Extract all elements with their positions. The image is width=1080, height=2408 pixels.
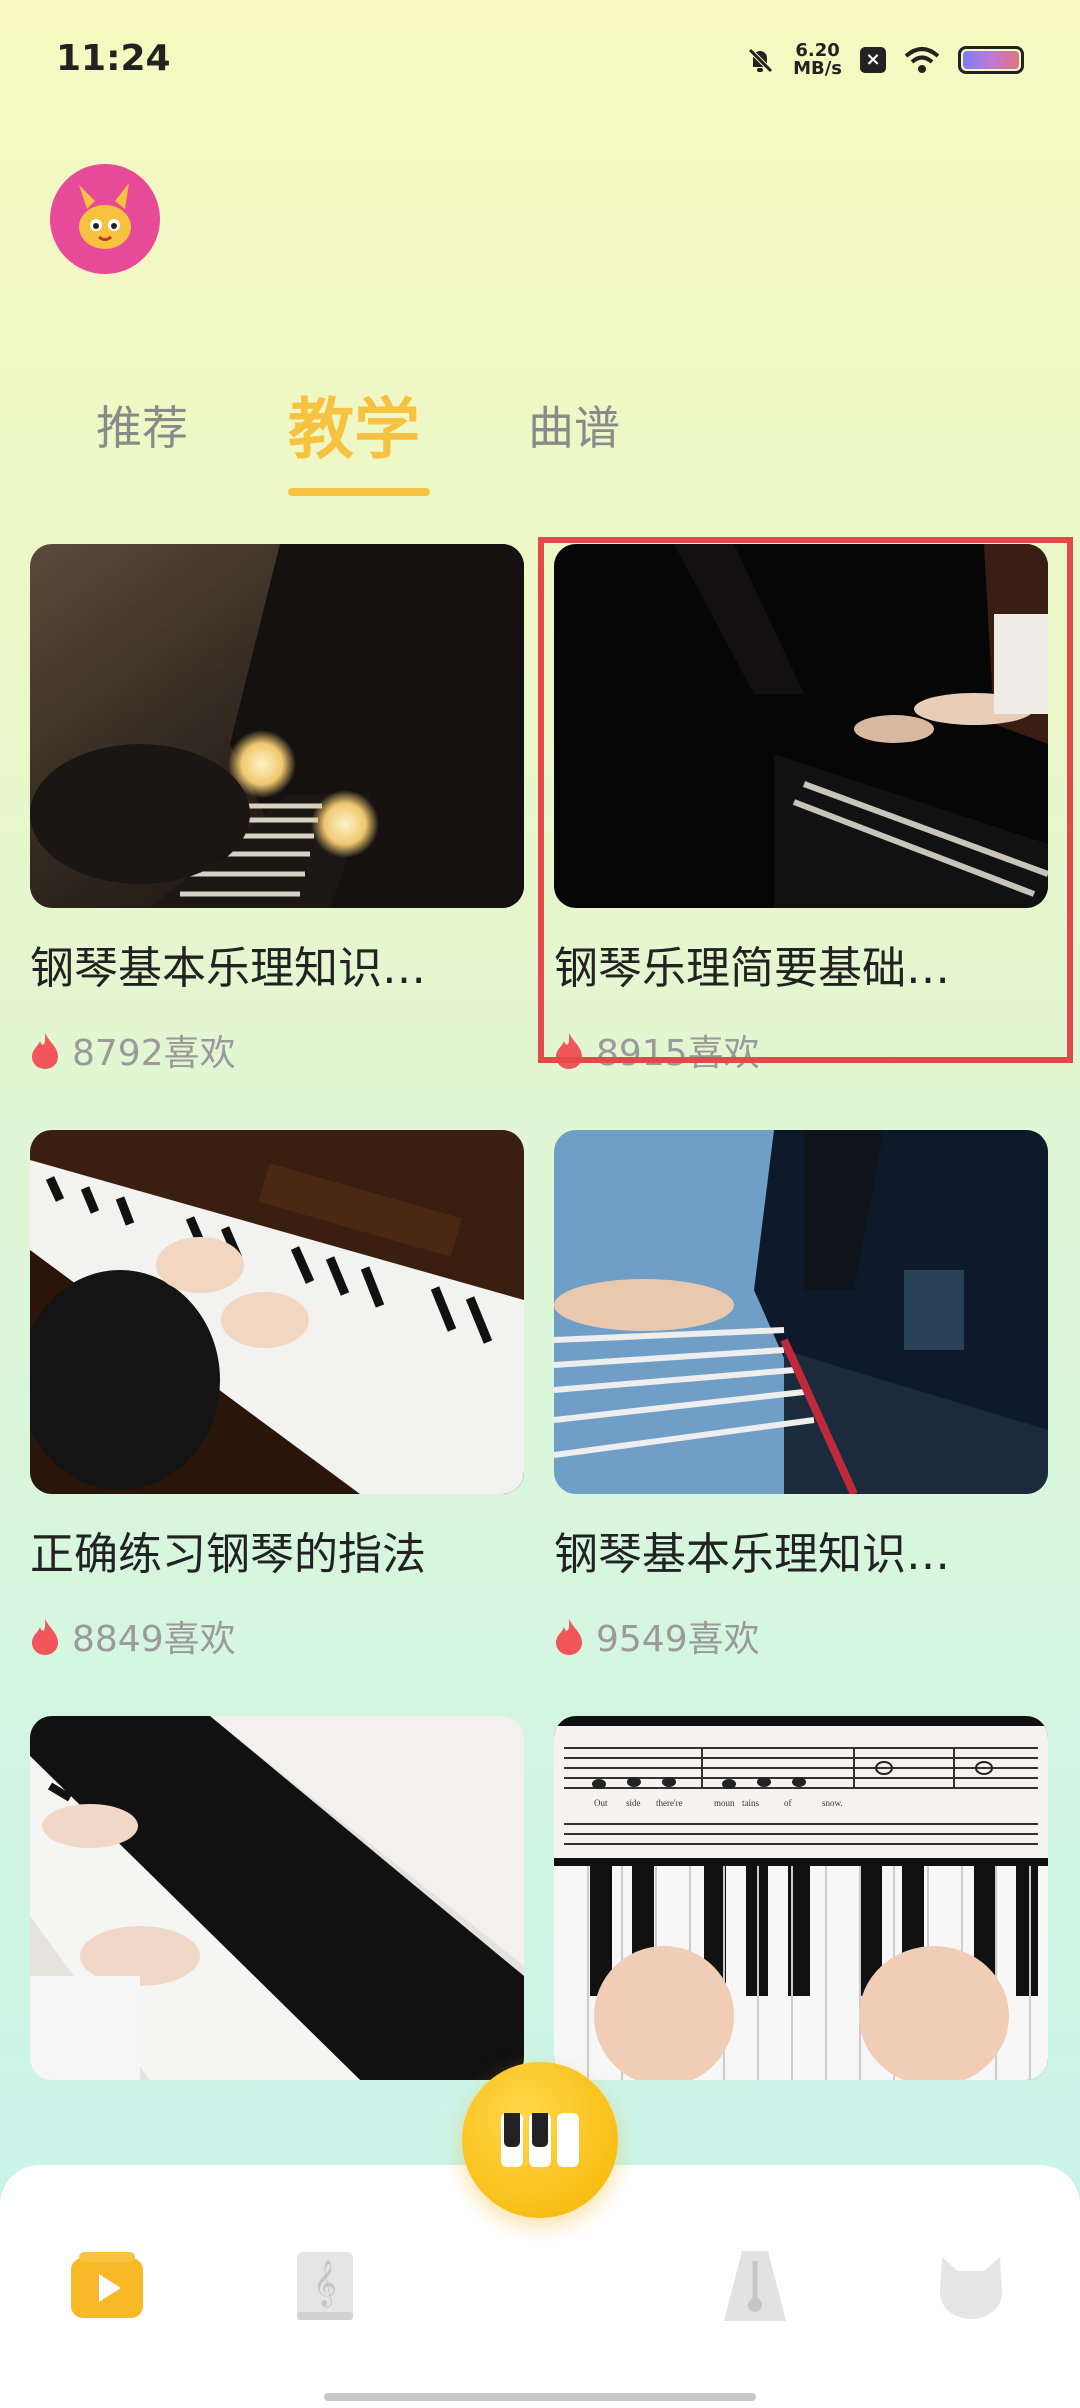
card-title[interactable]: 钢琴基本乐理知识… [554, 1518, 1048, 1582]
tab-sheet-music[interactable]: 曲谱 [528, 392, 620, 458]
svg-text:side: side [626, 1798, 641, 1808]
video-card[interactable]: Out side there're moun tains of snow. [554, 1716, 1048, 2080]
tab-recommend[interactable]: 推荐 [96, 392, 188, 458]
user-avatar[interactable] [50, 164, 160, 274]
video-thumbnail[interactable] [554, 1130, 1048, 1494]
category-tabs: 推荐 教学 曲谱 [0, 370, 1080, 510]
nav-sheet-music[interactable]: 𝄞 [286, 2247, 364, 2325]
flame-icon [556, 1619, 582, 1655]
likes-count: 8792喜欢 [30, 1024, 524, 1076]
metronome-icon [724, 2251, 786, 2321]
video-thumbnail[interactable] [30, 1716, 524, 2080]
cat-profile-icon [940, 2257, 1002, 2319]
selection-highlight [538, 537, 1073, 1063]
treble-clef-book-icon: 𝄞 [297, 2252, 353, 2320]
video-card[interactable]: 钢琴基本乐理知识… 9549喜欢 [554, 1130, 1048, 1662]
tab-teaching[interactable]: 教学 [288, 376, 420, 472]
wifi-icon [904, 47, 940, 73]
nav-metronome[interactable] [716, 2247, 794, 2325]
likes-count: 8849喜欢 [30, 1610, 524, 1662]
svg-text:tains: tains [742, 1798, 759, 1808]
svg-text:there're: there're [656, 1798, 683, 1808]
flame-icon [32, 1033, 58, 1069]
status-time: 11:24 [56, 38, 171, 79]
svg-text:moun: moun [714, 1798, 735, 1808]
status-icons: 6.20 MB/s × [745, 42, 1024, 78]
battery-icon [958, 46, 1024, 74]
svg-text:of: of [784, 1798, 792, 1808]
card-title[interactable]: 钢琴基本乐理知识… [30, 932, 524, 996]
video-thumbnail[interactable] [30, 1130, 524, 1494]
video-card[interactable] [30, 1716, 524, 2080]
active-tab-indicator [288, 488, 430, 496]
svg-text:𝄞: 𝄞 [313, 2260, 337, 2308]
status-bar: 11:24 6.20 MB/s × [0, 0, 1080, 130]
home-indicator[interactable] [324, 2393, 756, 2401]
video-card[interactable]: 钢琴基本乐理知识… 8792喜欢 [30, 544, 524, 1076]
piano-keys-icon [501, 2113, 579, 2167]
play-video-icon [71, 2252, 143, 2318]
nav-profile[interactable] [932, 2247, 1010, 2325]
piano-button[interactable] [462, 2062, 618, 2218]
video-thumbnail[interactable]: Out side there're moun tains of snow. [554, 1716, 1048, 2080]
card-title[interactable]: 正确练习钢琴的指法 [30, 1518, 524, 1582]
likes-count: 9549喜欢 [554, 1610, 1048, 1662]
video-thumbnail[interactable] [30, 544, 524, 908]
network-speed: 6.20 MB/s [793, 40, 842, 79]
video-card[interactable]: 正确练习钢琴的指法 8849喜欢 [30, 1130, 524, 1662]
bunny-mascot-icon [79, 183, 131, 249]
close-box-icon: × [860, 47, 886, 73]
svg-text:Out: Out [594, 1798, 608, 1808]
flame-icon [32, 1619, 58, 1655]
svg-text:snow.: snow. [822, 1798, 843, 1808]
nav-video[interactable] [68, 2247, 146, 2325]
mute-bell-icon [748, 48, 773, 73]
